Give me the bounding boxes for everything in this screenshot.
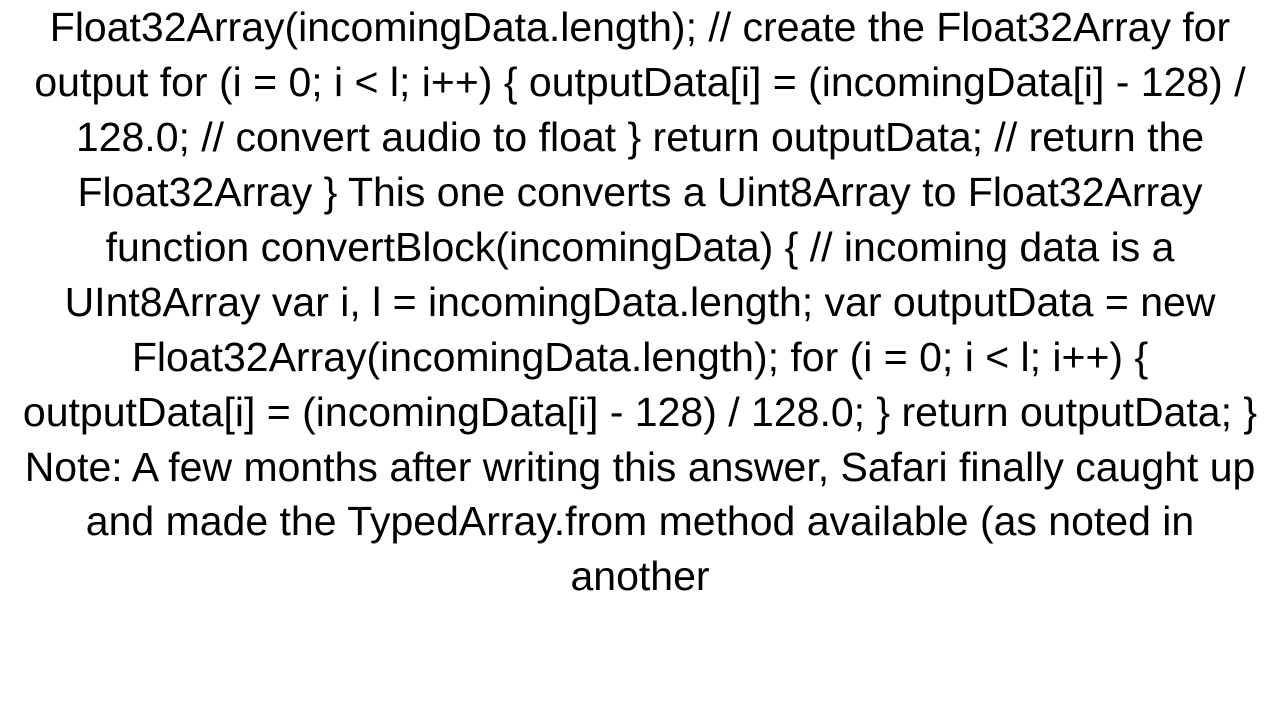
document-text: Float32Array(incomingData.length); // cr…	[23, 4, 1257, 599]
document-body: Float32Array(incomingData.length); // cr…	[0, 0, 1280, 604]
